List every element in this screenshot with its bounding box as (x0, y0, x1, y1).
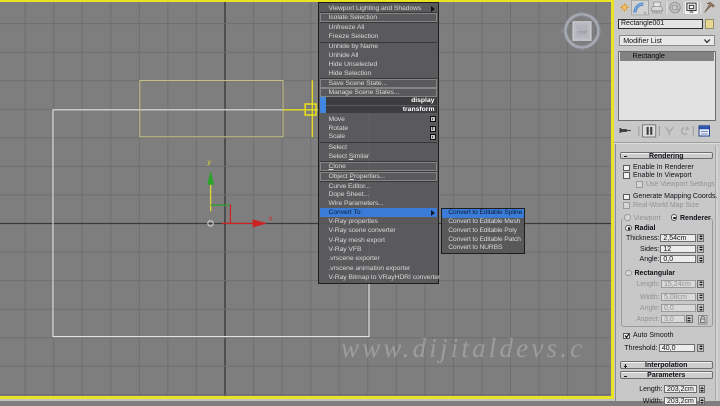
svg-text:N: N (580, 12, 584, 18)
svg-text:TOP: TOP (578, 30, 587, 35)
svg-text:W: W (561, 29, 567, 35)
svg-text:S: S (580, 47, 584, 53)
svg-text:x: x (268, 216, 273, 223)
svg-text:E: E (598, 29, 602, 35)
svg-text:y: y (207, 160, 212, 167)
